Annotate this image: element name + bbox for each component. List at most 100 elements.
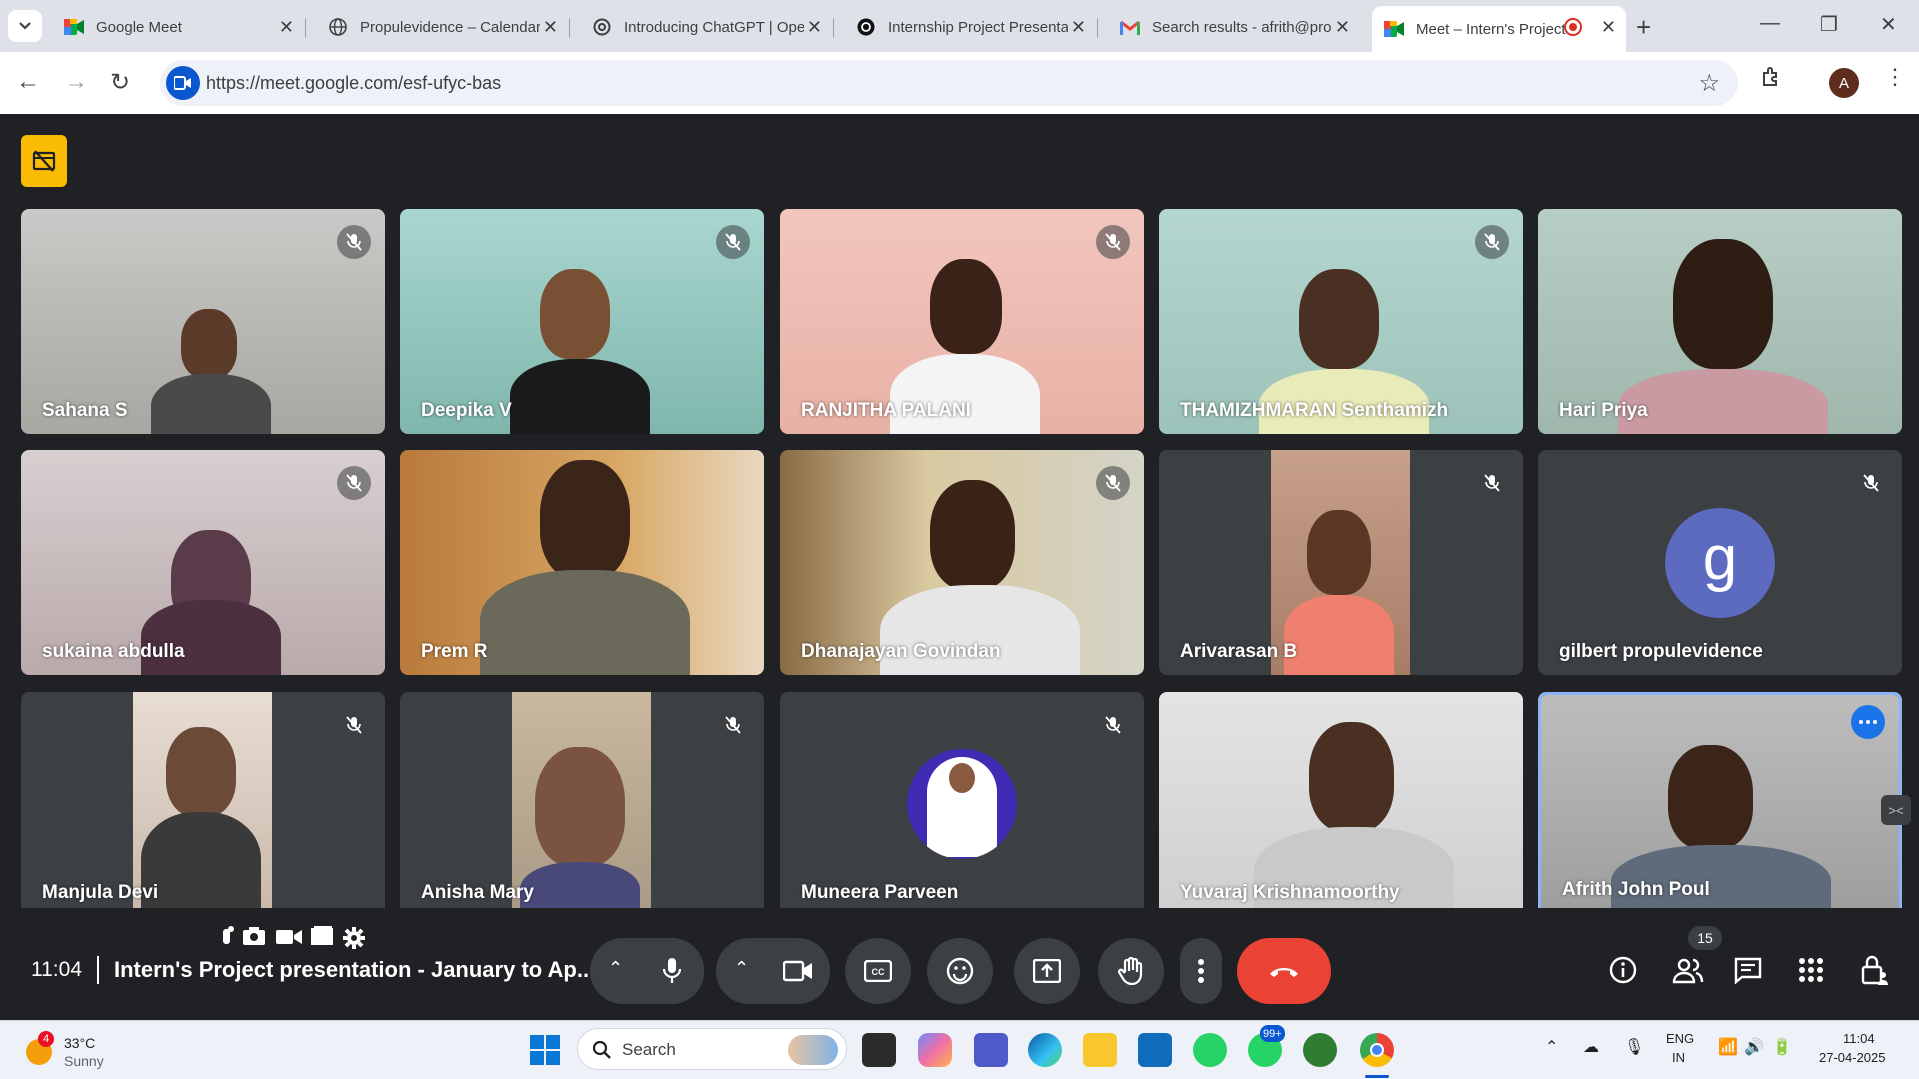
captions-button[interactable]: CC <box>845 938 911 1004</box>
camera-icon[interactable] <box>242 926 266 952</box>
whatsapp-icon[interactable] <box>1193 1033 1227 1067</box>
participant-tile[interactable]: Manjula Devi <box>21 692 385 916</box>
tab-search-button[interactable] <box>8 10 42 42</box>
openai-icon <box>592 17 612 37</box>
browser-menu-icon[interactable]: ⋮ <box>1884 64 1906 90</box>
participant-tile[interactable]: Muneera Parveen <box>780 692 1144 916</box>
more-horizontal-icon <box>1859 720 1877 724</box>
close-icon[interactable]: ✕ <box>1335 17 1350 38</box>
hand-draw-icon[interactable] <box>220 926 234 954</box>
host-controls-button[interactable] <box>1857 952 1893 988</box>
close-icon[interactable]: ✕ <box>1601 17 1616 38</box>
tab-title: Meet – Intern's Project <box>1416 20 1566 38</box>
active-app-indicator <box>1365 1075 1389 1078</box>
site-info-icon[interactable] <box>166 66 200 100</box>
participant-tile[interactable]: Hari Priya <box>1538 209 1902 434</box>
recording-badge[interactable] <box>21 135 67 187</box>
volume-icon[interactable]: 🔊 <box>1744 1037 1764 1057</box>
taskbar-search[interactable]: Search <box>577 1028 847 1070</box>
mic-off-icon <box>1475 225 1509 259</box>
tab-internship[interactable]: Internship Project Presenta ✕ <box>844 8 1098 46</box>
collapse-tiles-icon[interactable]: >< <box>1881 795 1911 825</box>
profile-avatar[interactable]: A <box>1829 68 1859 98</box>
close-icon[interactable]: ✕ <box>1071 17 1086 38</box>
more-options-button[interactable] <box>1851 705 1885 739</box>
region-indicator[interactable]: IN <box>1672 1050 1685 1065</box>
close-icon[interactable]: ✕ <box>279 17 294 38</box>
audio-options-chevron-icon[interactable]: ⌃ <box>608 958 623 979</box>
people-button[interactable] <box>1668 952 1708 988</box>
tab-chatgpt[interactable]: Introducing ChatGPT | Ope ✕ <box>580 8 834 46</box>
url-text[interactable]: https://meet.google.com/esf-ufyc-bas <box>206 73 501 94</box>
video-options-chevron-icon[interactable]: ⌃ <box>734 958 749 979</box>
teams-icon[interactable] <box>974 1033 1008 1067</box>
new-tab-button[interactable]: + <box>1636 12 1651 43</box>
close-icon[interactable]: ✕ <box>543 17 558 38</box>
window-close-icon[interactable]: ✕ <box>1880 12 1897 37</box>
extensions-icon[interactable] <box>1760 65 1784 89</box>
reload-icon[interactable]: ↻ <box>110 68 130 97</box>
tab-calendar[interactable]: Propulevidence – Calendar ✕ <box>316 8 570 46</box>
utorrent-icon[interactable] <box>1303 1033 1337 1067</box>
more-options-button[interactable] <box>1180 938 1222 1004</box>
file-explorer-icon[interactable] <box>1083 1033 1117 1067</box>
task-view-icon[interactable] <box>862 1033 896 1067</box>
mic-off-icon <box>1475 466 1509 500</box>
raise-hand-button[interactable] <box>1098 938 1164 1004</box>
microphone-button[interactable] <box>640 938 704 1004</box>
bookmark-star-icon[interactable]: ☆ <box>1698 69 1720 98</box>
chrome-icon[interactable] <box>1360 1033 1394 1067</box>
leave-call-button[interactable] <box>1237 938 1331 1004</box>
meeting-details-button[interactable] <box>1605 952 1641 988</box>
participant-tile[interactable]: RANJITHA PALANI <box>780 209 1144 434</box>
participant-tile[interactable]: Arivarasan B <box>1159 450 1523 675</box>
tray-overflow-icon[interactable]: ⌃ <box>1545 1037 1558 1057</box>
whatsapp-business-icon[interactable]: 99+ <box>1248 1025 1285 1067</box>
participant-name: Deepika V <box>421 400 512 421</box>
forward-icon[interactable]: → <box>64 68 88 96</box>
participant-tile[interactable]: sukaina abdulla <box>21 450 385 675</box>
wifi-icon[interactable]: 📶 <box>1718 1037 1738 1057</box>
outlook-icon[interactable] <box>1138 1033 1172 1067</box>
more-vertical-icon <box>1198 959 1204 983</box>
restore-icon[interactable]: ❐ <box>1820 12 1838 37</box>
settings-gear-icon[interactable] <box>342 926 366 956</box>
video-icon <box>783 960 812 982</box>
edge-icon[interactable] <box>1028 1033 1062 1067</box>
participant-tile-self[interactable]: Afrith John Poul <box>1538 692 1902 916</box>
copilot-icon[interactable] <box>918 1033 952 1067</box>
microphone-control: ⌃ <box>590 938 704 1004</box>
minimize-icon[interactable]: — <box>1760 12 1780 35</box>
language-indicator[interactable]: ENG <box>1666 1031 1694 1046</box>
tab-gmail[interactable]: Search results - afrith@pro ✕ <box>1108 8 1360 46</box>
tab-meet-active[interactable]: Meet – Intern's Project ✕ <box>1372 6 1626 52</box>
gmail-icon <box>1120 17 1140 37</box>
close-icon[interactable]: ✕ <box>807 17 822 38</box>
omnibox[interactable]: https://meet.google.com/esf-ufyc-bas ☆ <box>160 60 1738 106</box>
taskbar-time[interactable]: 11:04 <box>1843 1031 1875 1046</box>
present-screen-button[interactable] <box>1014 938 1080 1004</box>
window-icon[interactable] <box>310 926 334 952</box>
camera-button[interactable] <box>766 938 830 1004</box>
tab-google-meet[interactable]: Google Meet ✕ <box>52 8 306 46</box>
reactions-button[interactable] <box>927 938 993 1004</box>
meeting-title[interactable]: Intern's Project presentation - January … <box>114 957 595 983</box>
chat-button[interactable] <box>1730 952 1766 988</box>
activities-button[interactable] <box>1793 952 1829 988</box>
participant-tile[interactable]: THAMIZHMARAN Senthamizh <box>1159 209 1523 434</box>
participant-tile[interactable]: Deepika V <box>400 209 764 434</box>
meeting-clock: 11:04 <box>31 958 82 981</box>
onedrive-icon[interactable]: ☁ <box>1583 1037 1599 1057</box>
participant-tile[interactable]: Yuvaraj Krishnamoorthy <box>1159 692 1523 916</box>
microphone-tray-icon[interactable]: 🎙 <box>1624 1037 1644 1057</box>
participant-tile[interactable]: Sahana S <box>21 209 385 434</box>
video-camera-icon[interactable] <box>276 926 302 952</box>
back-icon[interactable]: ← <box>16 68 40 96</box>
participant-tile[interactable]: Prem R <box>400 450 764 675</box>
participant-tile[interactable]: Dhanajayan Govindan <box>780 450 1144 675</box>
participant-tile[interactable]: g gilbert propulevidence <box>1538 450 1902 675</box>
participant-tile[interactable]: Anisha Mary <box>400 692 764 916</box>
battery-icon[interactable]: 🔋 <box>1772 1037 1792 1057</box>
start-button[interactable] <box>530 1035 560 1070</box>
taskbar-date[interactable]: 27-04-2025 <box>1819 1050 1886 1065</box>
